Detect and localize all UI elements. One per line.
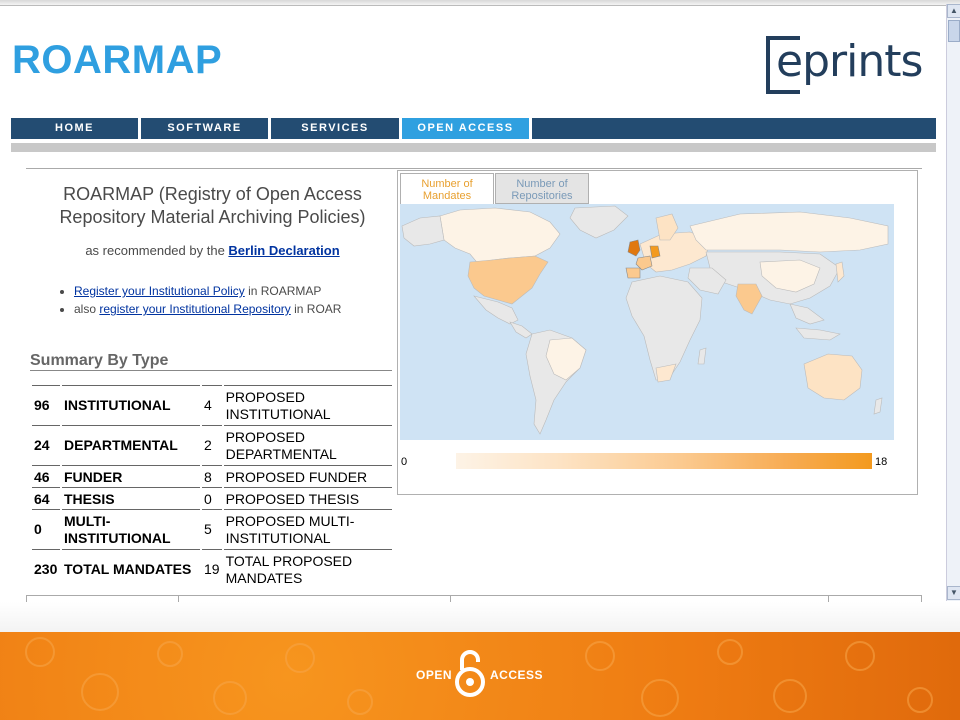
- bullet-suffix: in ROAR: [290, 302, 342, 316]
- region-southeast-asia: [789, 303, 825, 325]
- proposed-count: 0: [202, 487, 222, 509]
- world-map-svg: [401, 205, 889, 435]
- nav-services[interactable]: SERVICES: [271, 118, 402, 139]
- slide-divider: [0, 602, 960, 632]
- mandate-type: TOTAL MANDATES: [62, 549, 200, 589]
- register-policy-link[interactable]: Register your Institutional Policy: [74, 284, 245, 298]
- scroll-thumb[interactable]: [948, 20, 960, 42]
- proposed-count: 8: [202, 465, 222, 487]
- page: ROARMAP eprints HOME SOFTWARE SERVICES O…: [0, 0, 960, 720]
- bullet-prefix: also: [74, 302, 100, 316]
- region-africa: [625, 275, 703, 381]
- mandate-type: DEPARTMENTAL: [62, 425, 200, 465]
- intro-subtitle-prefix: as recommended by the: [85, 243, 229, 258]
- proposed-type: TOTAL PROPOSED MANDATES: [223, 549, 392, 589]
- register-repository-link[interactable]: register your Institutional Repository: [99, 302, 290, 316]
- region-canada: [439, 207, 561, 267]
- proposed-type: PROPOSED THESIS: [223, 487, 392, 509]
- mandate-count: 46: [32, 465, 60, 487]
- tab-number-of-mandates[interactable]: Number of Mandates: [400, 173, 494, 204]
- region-alaska: [401, 215, 445, 247]
- mandate-count: 24: [32, 425, 60, 465]
- region-new-zealand: [873, 397, 883, 415]
- mandate-type: INSTITUTIONAL: [62, 385, 200, 425]
- proposed-count: 2: [202, 425, 222, 465]
- main-nav: HOME SOFTWARE SERVICES OPEN ACCESS: [11, 118, 936, 139]
- bullet-register-policy: Register your Institutional Policy in RO…: [74, 282, 396, 300]
- bullet-suffix: in ROARMAP: [244, 284, 322, 298]
- region-germany: [649, 245, 661, 259]
- eprints-logo[interactable]: eprints: [766, 34, 938, 98]
- region-japan: [835, 261, 845, 283]
- table-row: 64 THESIS 0 PROPOSED THESIS: [32, 487, 392, 509]
- map-panel: Number of Mandates Number of Repositorie…: [397, 170, 918, 495]
- tab-number-of-repositories[interactable]: Number of Repositories: [495, 173, 589, 204]
- nav-home[interactable]: HOME: [11, 118, 141, 139]
- region-india: [735, 283, 763, 315]
- proposed-count: 5: [202, 509, 222, 549]
- nav-software[interactable]: SOFTWARE: [141, 118, 271, 139]
- open-lock-icon: [455, 650, 485, 697]
- table-row: 230 TOTAL MANDATES 19 TOTAL PROPOSED MAN…: [32, 549, 392, 589]
- mandate-count: 0: [32, 509, 60, 549]
- region-russia: [689, 211, 889, 253]
- mandate-type: THESIS: [62, 487, 200, 509]
- proposed-type: PROPOSED INSTITUTIONAL: [223, 385, 392, 425]
- mandate-count: 96: [32, 385, 60, 425]
- mandate-count: 230: [32, 549, 60, 589]
- region-spain: [625, 267, 641, 279]
- oa-logo-right: ACCESS: [490, 668, 544, 682]
- region-usa: [467, 255, 549, 305]
- table-row: 24 DEPARTMENTAL 2 PROPOSED DEPARTMENTAL: [32, 425, 392, 465]
- mandate-count: 64: [32, 487, 60, 509]
- world-map[interactable]: [400, 204, 894, 440]
- mandate-type: MULTI-INSTITUTIONAL: [62, 509, 200, 549]
- berlin-declaration-link[interactable]: Berlin Declaration: [228, 243, 339, 258]
- legend-color-scale: [456, 453, 872, 469]
- region-greenland: [569, 205, 629, 239]
- table-row: 46 FUNDER 8 PROPOSED FUNDER: [32, 465, 392, 487]
- scroll-up-arrow-icon[interactable]: ▲: [947, 4, 960, 18]
- intro-block: ROARMAP (Registry of Open Access Reposit…: [30, 183, 395, 258]
- open-access-logo: OPEN ACCESS: [412, 648, 544, 698]
- site-title: ROARMAP: [12, 38, 223, 82]
- proposed-count: 19: [202, 549, 222, 589]
- proposed-type: PROPOSED FUNDER: [223, 465, 392, 487]
- nav-open-access[interactable]: OPEN ACCESS: [402, 118, 532, 139]
- vertical-scrollbar[interactable]: ▲ ▼: [946, 4, 960, 601]
- nav-underbar: [11, 143, 936, 152]
- summary-table: 96 INSTITUTIONAL 4 PROPOSED INSTITUTIONA…: [30, 385, 394, 589]
- intro-subtitle: as recommended by the Berlin Declaration: [30, 243, 395, 258]
- table-row: 96 INSTITUTIONAL 4 PROPOSED INSTITUTIONA…: [32, 385, 392, 425]
- logo-text: eprints: [776, 36, 923, 87]
- summary-title: Summary By Type: [30, 352, 169, 369]
- mandate-type: FUNDER: [62, 465, 200, 487]
- legend-min: 0: [401, 456, 408, 468]
- region-uk: [627, 239, 641, 257]
- summary-divider: [30, 370, 392, 371]
- table-row: 0 MULTI-INSTITUTIONAL 5 PROPOSED MULTI-I…: [32, 509, 392, 549]
- region-central-america: [509, 321, 533, 339]
- region-madagascar: [697, 347, 707, 365]
- proposed-count: 4: [202, 385, 222, 425]
- proposed-type: PROPOSED DEPARTMENTAL: [223, 425, 392, 465]
- scroll-down-arrow-icon[interactable]: ▼: [947, 586, 960, 600]
- action-links: Register your Institutional Policy in RO…: [58, 282, 396, 318]
- proposed-type: PROPOSED MULTI-INSTITUTIONAL: [223, 509, 392, 549]
- bullet-register-repository: also register your Institutional Reposit…: [74, 300, 396, 318]
- oa-logo-left: OPEN: [416, 668, 453, 682]
- browser-top-edge: [0, 0, 960, 6]
- legend-max: 18: [875, 456, 888, 468]
- intro-title: ROARMAP (Registry of Open Access Reposit…: [59, 184, 366, 227]
- region-indonesia: [795, 327, 841, 341]
- region-australia: [803, 353, 863, 401]
